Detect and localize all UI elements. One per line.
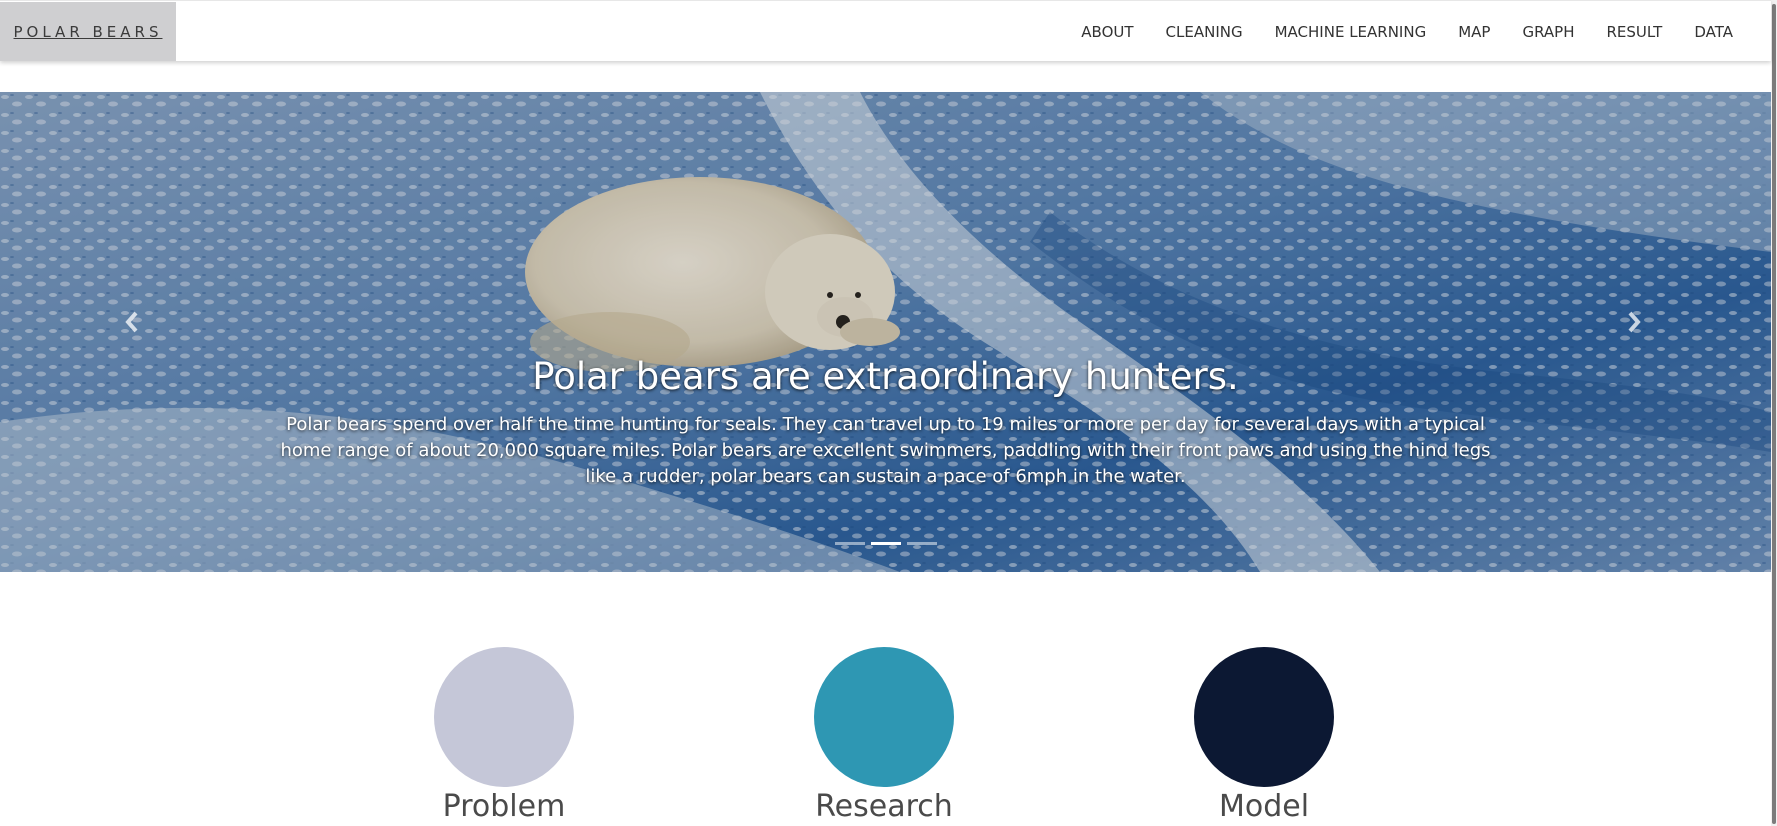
nav-link-cleaning[interactable]: CLEANING	[1150, 23, 1259, 41]
brand-text: POLAR BEARS	[13, 22, 163, 41]
nav-links: ABOUT CLEANING MACHINE LEARNING MAP GRAP…	[1065, 1, 1749, 62]
model-circle	[1194, 647, 1334, 787]
top-navbar: POLAR BEARS ABOUT CLEANING MACHINE LEARN…	[0, 0, 1771, 61]
nav-link-graph[interactable]: GRAPH	[1506, 23, 1590, 41]
feature-model[interactable]: Model	[1154, 647, 1374, 826]
feature-research[interactable]: Research	[774, 647, 994, 826]
feature-problem[interactable]: Problem	[394, 647, 614, 826]
feature-label-model: Model	[1218, 789, 1310, 824]
features-section: Problem Research Model	[0, 647, 1771, 826]
carousel-indicator-3[interactable]	[906, 542, 937, 545]
brand-link[interactable]: POLAR BEARS	[0, 2, 176, 61]
carousel-indicators	[0, 542, 1771, 545]
page-scrollbar[interactable]	[1771, 0, 1777, 826]
caption-text: Polar bears spend over half the time hun…	[280, 414, 1491, 487]
nav-link-result[interactable]: RESULT	[1590, 23, 1678, 41]
carousel-prev-control[interactable]	[112, 302, 152, 342]
carousel-caption: Polar bears are extraordinary hunters. P…	[0, 355, 1771, 490]
feature-label-research: Research	[815, 789, 953, 824]
problem-circle	[434, 647, 574, 787]
carousel-shade	[0, 92, 1771, 572]
nav-link-data[interactable]: DATA	[1678, 23, 1749, 41]
nav-link-map[interactable]: MAP	[1442, 23, 1506, 41]
scrollbar-thumb[interactable]	[1772, 4, 1776, 824]
page: POLAR BEARS ABOUT CLEANING MACHINE LEARN…	[0, 0, 1777, 826]
nav-link-about[interactable]: ABOUT	[1065, 23, 1149, 41]
carousel-indicator-1[interactable]	[834, 542, 865, 545]
chevron-left-icon	[125, 311, 138, 333]
chevron-right-icon	[1628, 311, 1641, 333]
carousel-next-control[interactable]	[1614, 302, 1654, 342]
research-circle	[814, 647, 954, 787]
carousel-indicator-2[interactable]	[870, 542, 901, 545]
feature-label-problem: Problem	[442, 789, 566, 824]
nav-link-machine-learning[interactable]: MACHINE LEARNING	[1259, 23, 1443, 41]
hero-carousel: Polar bears are extraordinary hunters. P…	[0, 92, 1771, 572]
caption-title: Polar bears are extraordinary hunters.	[532, 355, 1239, 398]
